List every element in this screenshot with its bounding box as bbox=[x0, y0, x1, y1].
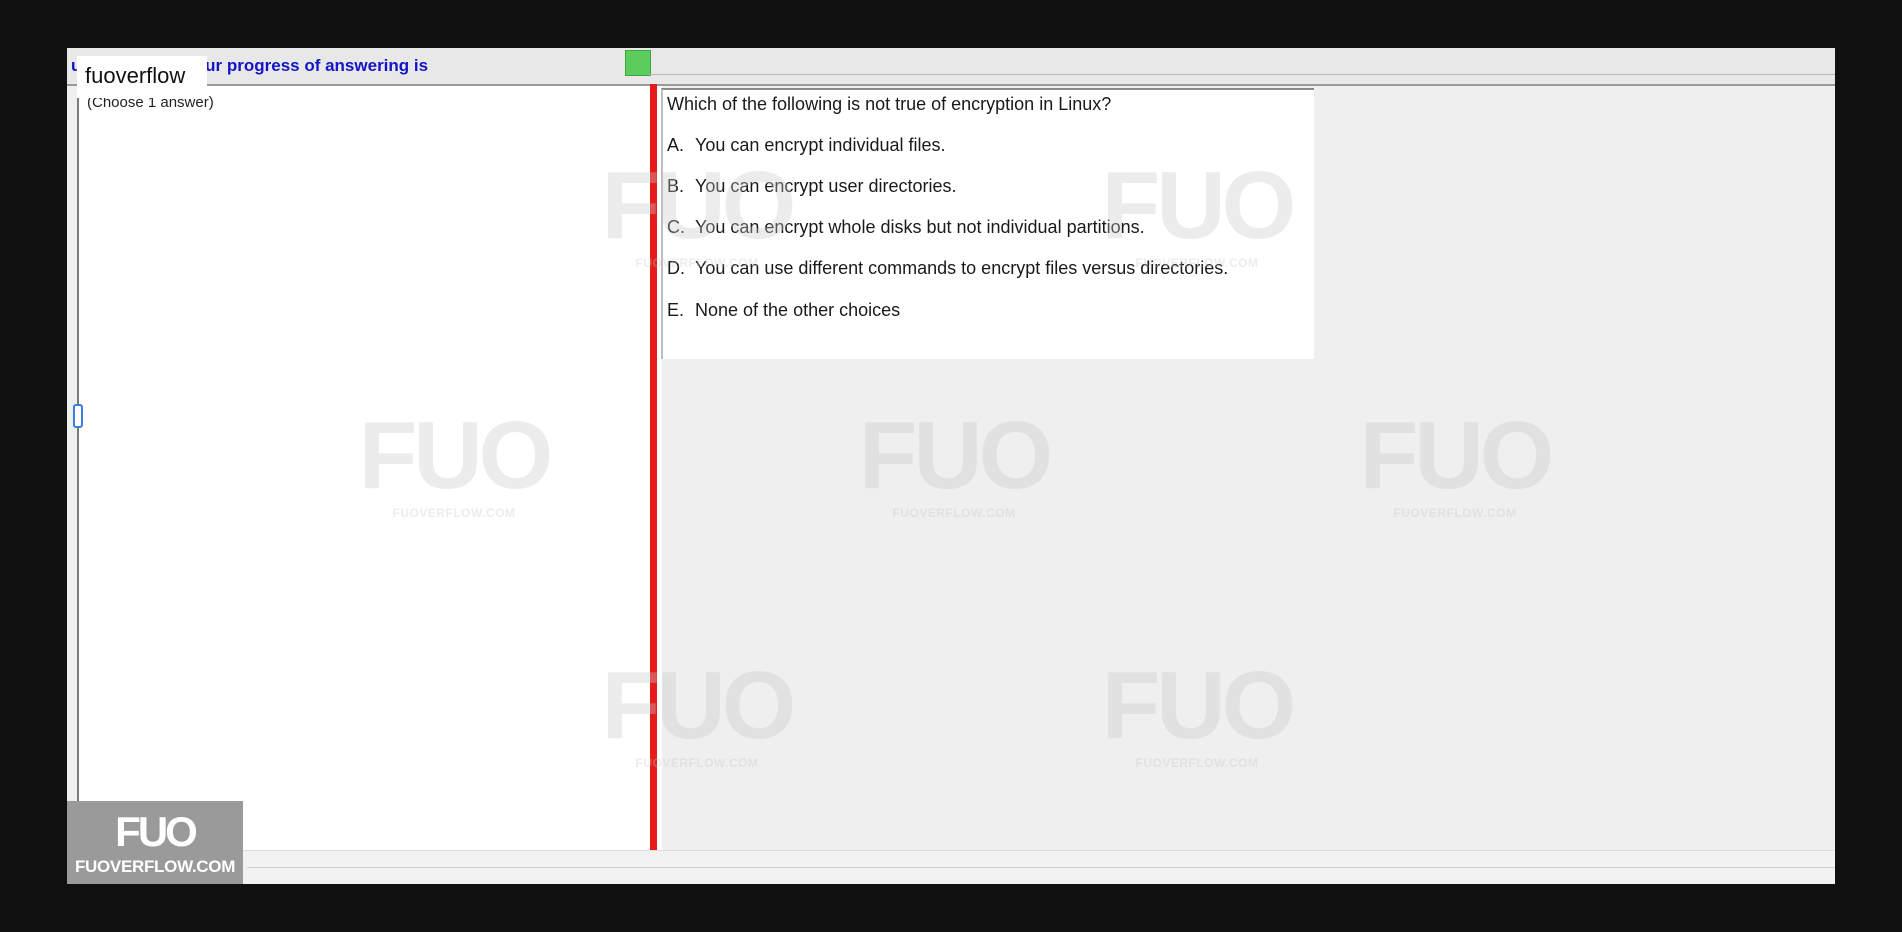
brand-tag: fuoverflow bbox=[77, 56, 207, 98]
answer-option-b: B. You can encrypt user directories. bbox=[667, 176, 956, 197]
answer-letter: D. bbox=[667, 258, 685, 278]
answer-text: None of the other choices bbox=[695, 300, 901, 320]
panel-edge-handle[interactable] bbox=[73, 404, 83, 428]
progress-bar-track bbox=[649, 74, 1835, 75]
answer-option-e: E. None of the other choices bbox=[667, 300, 900, 321]
fuoverflow-logo-badge: FUO FUOVERFLOW.COM bbox=[67, 801, 243, 884]
watermark-url: FUOVERFLOW.COM bbox=[892, 506, 1016, 520]
status-bar-divider bbox=[247, 867, 1835, 868]
watermark: FUO FUOVERFLOW.COM bbox=[1092, 652, 1302, 771]
answer-option-a: A. You can encrypt individual files. bbox=[667, 135, 946, 156]
question-panel: Which of the following is not true of en… bbox=[661, 88, 1314, 359]
answer-letter: C. bbox=[667, 217, 685, 237]
watermark-url: FUOVERFLOW.COM bbox=[1393, 506, 1517, 520]
panel-splitter[interactable] bbox=[650, 84, 657, 850]
watermark-url: FUOVERFLOW.COM bbox=[1135, 756, 1259, 770]
watermark: FUO FUOVERFLOW.COM bbox=[849, 402, 1059, 521]
progress-header: uestions, and your progress of answering… bbox=[67, 48, 1835, 86]
watermark: FUO FUOVERFLOW.COM bbox=[1350, 402, 1560, 521]
answer-letter: E. bbox=[667, 300, 685, 320]
watermark-logo: FUO bbox=[1359, 402, 1555, 509]
answer-letter: A. bbox=[667, 135, 685, 155]
watermark-logo: FUO bbox=[1101, 652, 1297, 759]
progress-bar-fill bbox=[625, 50, 651, 76]
answer-text: You can use different commands to encryp… bbox=[695, 258, 1229, 278]
answer-letter: B. bbox=[667, 176, 685, 196]
watermark-logo: FUO bbox=[858, 402, 1054, 509]
answer-option-c: C. You can encrypt whole disks but not in… bbox=[667, 217, 1145, 238]
answer-panel[interactable]: (Choose 1 answer) bbox=[73, 86, 662, 850]
answer-text: You can encrypt whole disks but not indi… bbox=[695, 217, 1145, 237]
answer-text: You can encrypt individual files. bbox=[695, 135, 946, 155]
question-text: Which of the following is not true of en… bbox=[667, 94, 1112, 114]
logo-url: FUOVERFLOW.COM bbox=[74, 857, 236, 876]
answer-option-d: D. You can use different commands to encr… bbox=[667, 258, 1228, 279]
exam-window: uestions, and your progress of answering… bbox=[67, 48, 1835, 884]
status-bar bbox=[67, 850, 1835, 884]
answer-text: You can encrypt user directories. bbox=[695, 176, 957, 196]
logo-mark: FUO bbox=[115, 808, 198, 855]
